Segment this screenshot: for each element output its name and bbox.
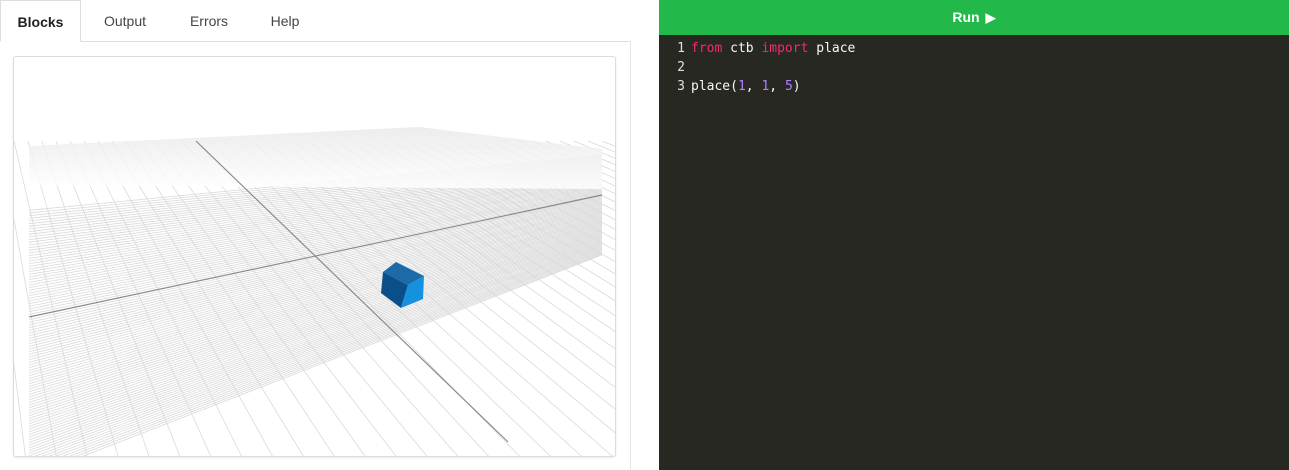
tab-errors[interactable]: Errors bbox=[168, 0, 250, 41]
line-number: 2 bbox=[677, 60, 685, 75]
run-button-label: Run bbox=[952, 9, 980, 25]
function-call: place( bbox=[691, 79, 738, 94]
tab-help[interactable]: Help bbox=[250, 0, 320, 41]
close-paren: ) bbox=[792, 79, 801, 94]
code-editor[interactable]: 1 from ctb import place 2 3 place(1, 1, 5) bbox=[659, 35, 1289, 470]
run-button[interactable]: Run ▶ bbox=[659, 0, 1289, 35]
code-line: 1 from ctb import place bbox=[659, 39, 855, 58]
3d-scene bbox=[14, 127, 615, 456]
tab-bar: Blocks Output Errors Help bbox=[0, 0, 631, 42]
arg-number: 1 bbox=[737, 79, 746, 94]
import-name: place bbox=[808, 41, 856, 56]
line-number: 1 bbox=[677, 41, 685, 56]
code-panel: Run ▶ 1 from ctb import place 2 3 place(1, … bbox=[659, 0, 1289, 470]
module-name: ctb bbox=[722, 41, 762, 56]
tab-output[interactable]: Output bbox=[85, 0, 165, 41]
play-icon: ▶ bbox=[985, 10, 996, 25]
arg-separator: , bbox=[745, 79, 762, 94]
keyword-from: from bbox=[691, 41, 723, 56]
blocks-panel: Blocks Output Errors Help bbox=[0, 0, 631, 470]
tab-blocks[interactable]: Blocks bbox=[0, 0, 81, 42]
arg-separator: , bbox=[769, 79, 785, 94]
code-line: 2 bbox=[659, 58, 691, 77]
panel-divider bbox=[630, 41, 631, 470]
3d-scene-viewport[interactable] bbox=[13, 56, 616, 457]
horizon-haze bbox=[29, 127, 602, 189]
line-number: 3 bbox=[677, 79, 685, 94]
arg-number: 5 bbox=[784, 79, 793, 94]
code-line: 3 place(1, 1, 5) bbox=[659, 77, 801, 96]
keyword-import: import bbox=[761, 41, 809, 56]
